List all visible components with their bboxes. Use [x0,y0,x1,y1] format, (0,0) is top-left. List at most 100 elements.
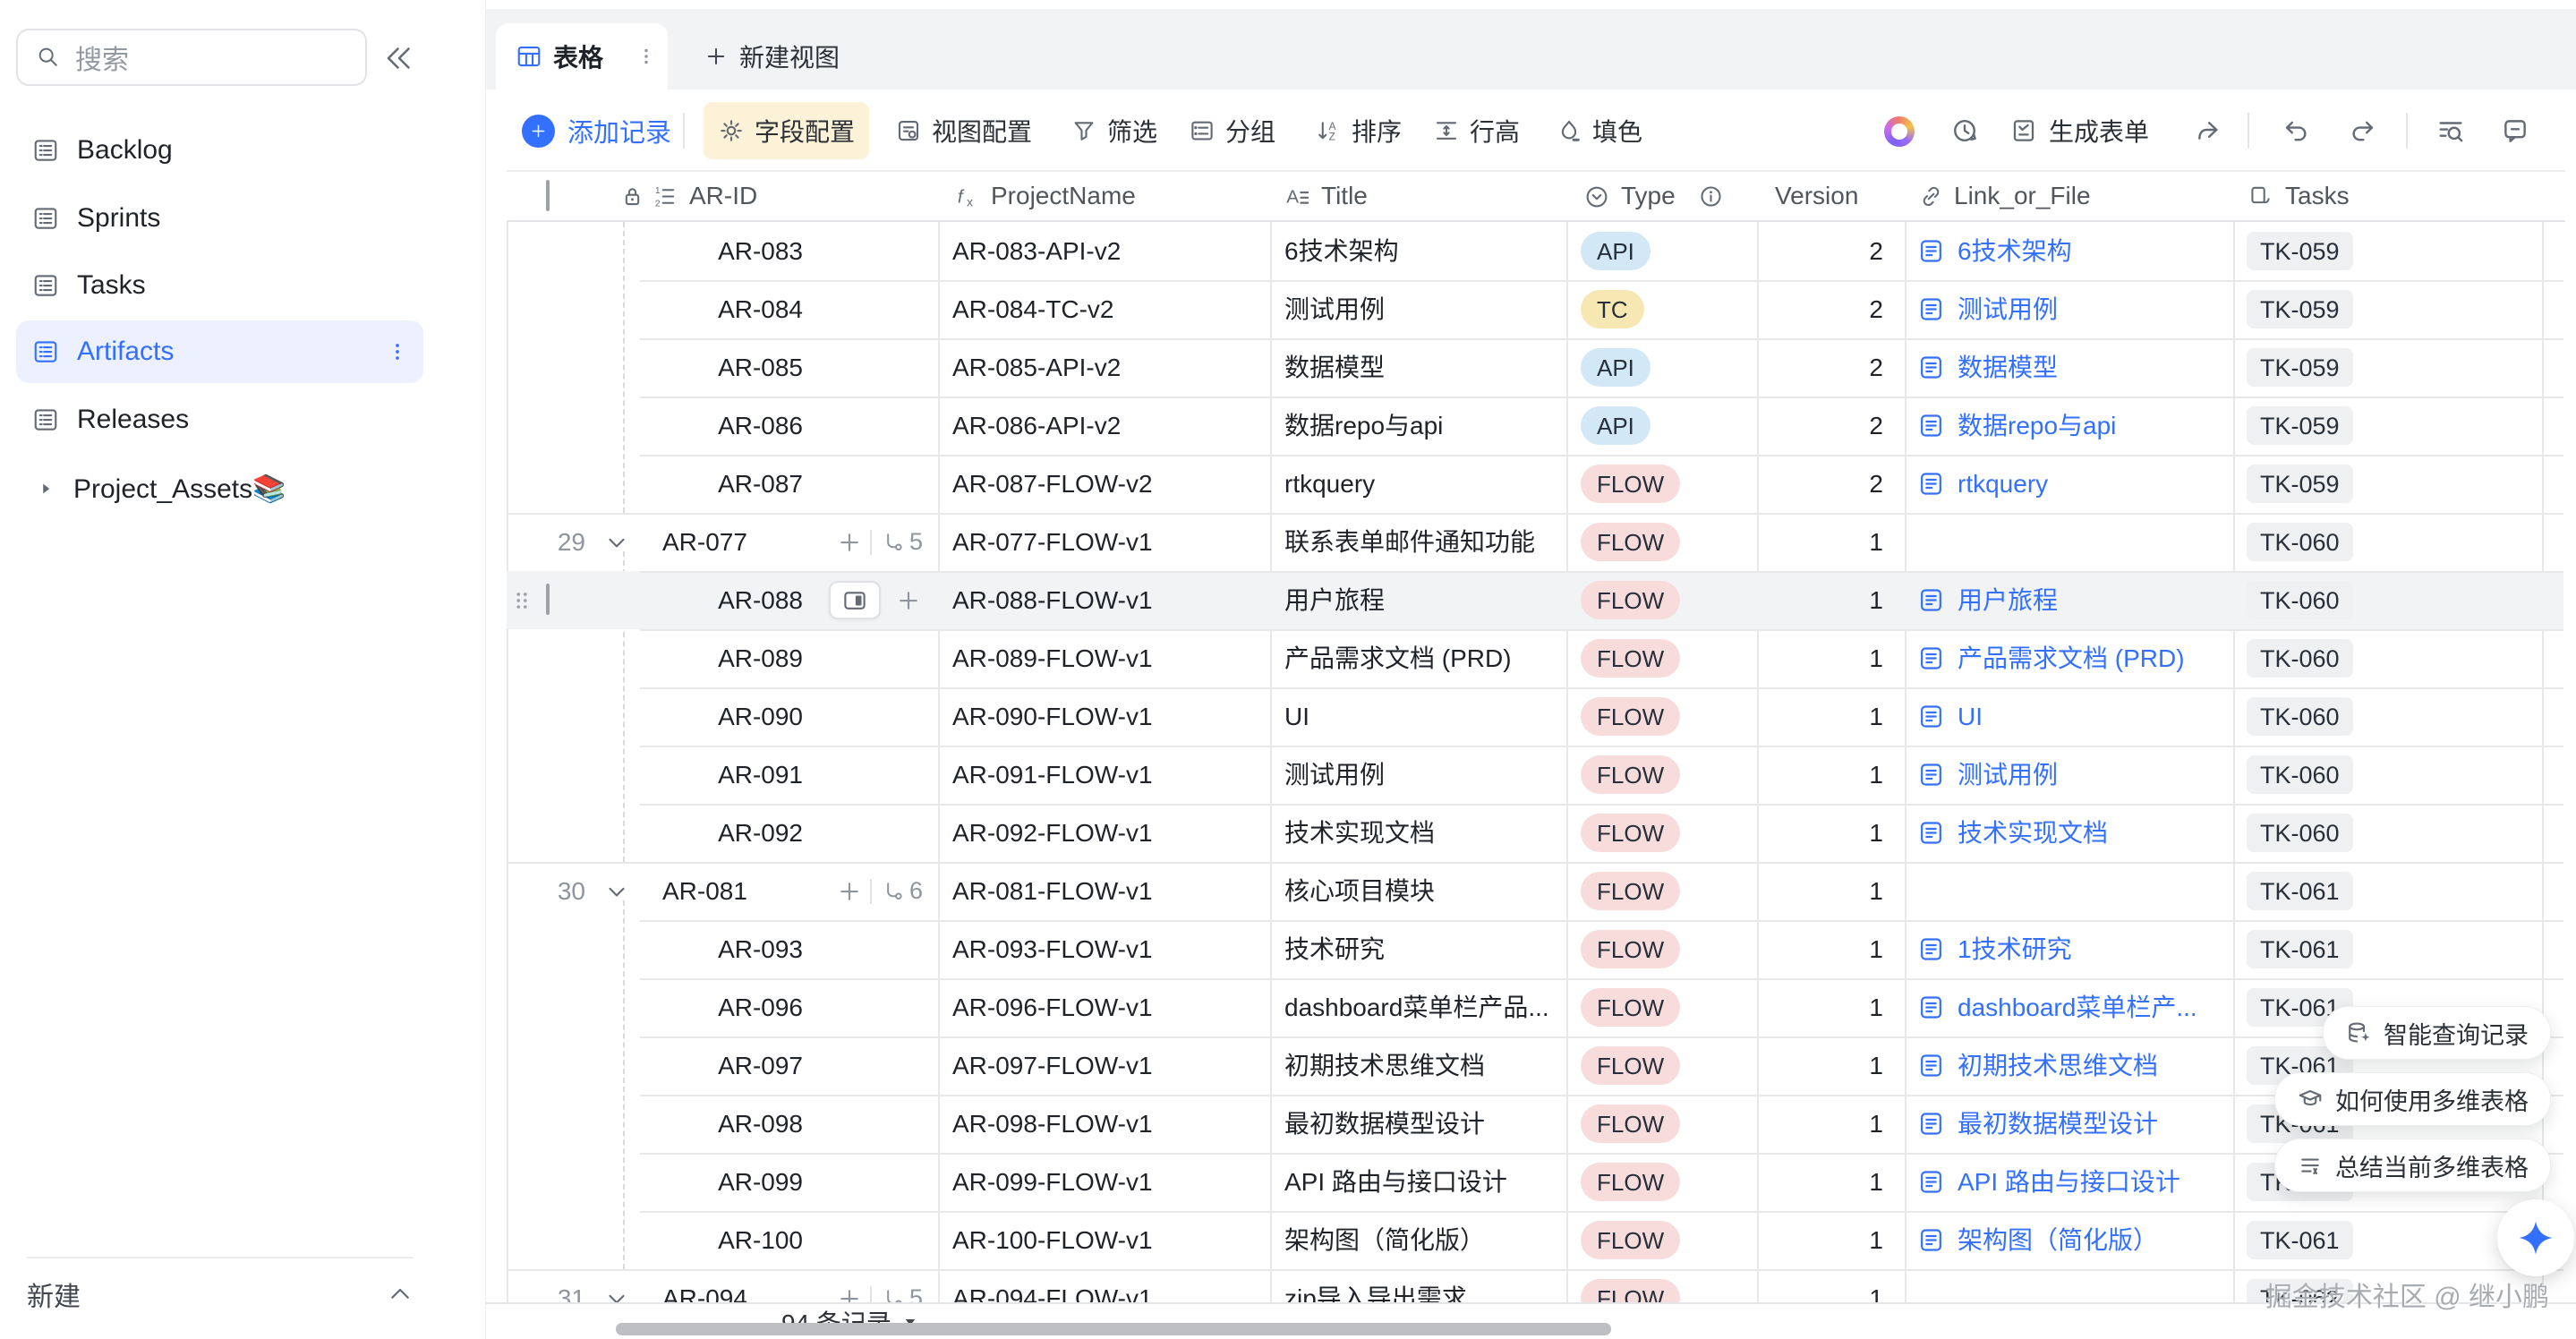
task-badge[interactable]: TK-060 [2247,581,2353,619]
sidebar-item-projectassets[interactable]: Project_Assets📚 [16,457,423,520]
doc-link-icon[interactable] [1917,935,1945,963]
doc-link-icon[interactable] [1917,354,1945,381]
doc-link-icon[interactable] [1917,644,1945,672]
type-badge[interactable]: FLOW [1581,581,1680,619]
task-badge[interactable]: TK-060 [2247,523,2353,561]
doc-link-icon[interactable] [1917,1110,1945,1138]
new-view-button[interactable]: 新建视图 [704,23,840,90]
cell-link[interactable]: API 路由与接口设计 [1958,1153,2228,1211]
ai-assistant-button[interactable] [2497,1199,2574,1276]
cell-title[interactable]: 6技术架构 [1284,222,1549,280]
column-header-version[interactable]: Version [1775,172,1858,220]
column-header-linkorfile[interactable]: Link_or_File [1954,172,2091,220]
history-icon[interactable] [1949,115,1980,146]
cell-version[interactable]: 1 [1724,1036,1883,1095]
cell-link[interactable]: 测试用例 [1958,280,2228,338]
cell-version[interactable]: 1 [1724,862,1883,920]
cell-version[interactable]: 2 [1724,455,1883,513]
cell-title[interactable]: UI [1284,687,1549,746]
cell-arid[interactable]: AR-097 [640,1036,803,1095]
cell-arid[interactable]: AR-081 [662,862,747,920]
task-badge[interactable]: TK-061 [2247,1221,2353,1259]
doc-link-icon[interactable] [1917,412,1945,439]
cell-link[interactable]: 初期技术思维文档 [1958,1036,2228,1095]
cell-projectname[interactable]: AR-093-FLOW-v1 [952,920,1253,978]
cell-projectname[interactable]: AR-090-FLOW-v1 [952,687,1253,746]
toolbar-button-fill-color[interactable]: 填色 [1541,102,1657,159]
cell-link[interactable]: 用户旅程 [1958,571,2228,629]
cell-link[interactable]: 1技术研究 [1958,920,2228,978]
cell-version[interactable]: 1 [1724,687,1883,746]
toolbar-button-gear[interactable]: 字段配置 [704,102,869,159]
cell-title[interactable]: 架构图（简化版） [1284,1211,1549,1269]
cell-arid[interactable]: AR-090 [640,687,803,746]
cell-projectname[interactable]: AR-088-FLOW-v1 [952,571,1253,629]
type-badge[interactable]: FLOW [1581,814,1680,852]
ai-pill-database-sparkle[interactable]: 智能查询记录 [2323,1006,2551,1060]
sidebar-item-releases[interactable]: Releases [16,388,423,451]
doc-link-icon[interactable] [1917,470,1945,498]
cell-link[interactable]: 产品需求文档 (PRD) [1958,629,2228,687]
sidebar-item-tasks[interactable]: Tasks [16,254,423,317]
redo-icon[interactable] [2347,115,2377,146]
task-badge[interactable]: TK-059 [2247,406,2353,445]
expand-record-button[interactable] [829,581,881,619]
cell-projectname[interactable]: AR-099-FLOW-v1 [952,1153,1253,1211]
tab-grid-view[interactable]: 表格 [496,23,668,90]
cell-link[interactable]: 最初数据模型设计 [1958,1095,2228,1153]
cell-arid[interactable]: AR-084 [640,280,803,338]
task-badge[interactable]: TK-059 [2247,465,2353,503]
cell-version[interactable]: 1 [1724,571,1883,629]
cell-link[interactable]: rtkquery [1958,455,2228,513]
table-row[interactable]: AR-084AR-084-TC-v2测试用例TC2测试用例TK-059 [507,280,2563,338]
cell-link[interactable]: 技术实现文档 [1958,804,2228,862]
drag-handle-icon[interactable] [510,585,533,616]
share-icon[interactable] [2193,115,2223,146]
toolbar-button-row-height[interactable]: 行高 [1419,102,1534,159]
cell-title[interactable]: 初期技术思维文档 [1284,1036,1549,1095]
table-row[interactable]: AR-099AR-099-FLOW-v1API 路由与接口设计FLOW1API … [507,1153,2563,1211]
cell-projectname[interactable]: AR-087-FLOW-v2 [952,455,1253,513]
doc-link-icon[interactable] [1917,703,1945,730]
sidebar-item-sprints[interactable]: Sprints [16,187,423,250]
type-badge[interactable]: FLOW [1581,523,1680,561]
cell-projectname[interactable]: AR-085-API-v2 [952,338,1253,397]
generate-form-button[interactable]: 生成表单 [2009,90,2149,172]
undo-icon[interactable] [2282,115,2312,146]
cell-version[interactable]: 1 [1724,513,1883,571]
select-all-checkbox[interactable] [546,182,550,210]
task-badge[interactable]: TK-059 [2247,348,2353,387]
cell-projectname[interactable]: AR-081-FLOW-v1 [952,862,1253,920]
cell-arid[interactable]: AR-093 [640,920,803,978]
cell-arid[interactable]: AR-083 [640,222,803,280]
table-row[interactable]: AR-085AR-085-API-v2数据模型API2数据模型TK-059 [507,338,2563,397]
cell-projectname[interactable]: AR-084-TC-v2 [952,280,1253,338]
tab-more-icon[interactable] [635,46,657,67]
cell-arid[interactable]: AR-092 [640,804,803,862]
cell-projectname[interactable]: AR-097-FLOW-v1 [952,1036,1253,1095]
task-badge[interactable]: TK-061 [2247,872,2353,910]
cell-title[interactable]: 核心项目模块 [1284,862,1549,920]
type-badge[interactable]: API [1581,406,1651,445]
cell-arid[interactable]: AR-077 [662,513,747,571]
add-record-button[interactable]: 添加记录 [522,90,671,172]
doc-link-icon[interactable] [1917,295,1945,323]
type-badge[interactable]: FLOW [1581,930,1680,968]
table-row[interactable]: AR-092AR-092-FLOW-v1技术实现文档FLOW1技术实现文档TK-… [507,804,2563,862]
table-row[interactable]: 30AR-0816AR-081-FLOW-v1核心项目模块FLOW1TK-061 [507,862,2563,920]
group-collapse-icon[interactable] [603,878,630,905]
cell-version[interactable]: 1 [1724,1211,1883,1269]
cell-arid[interactable]: AR-087 [640,455,803,513]
doc-link-icon[interactable] [1917,237,1945,265]
doc-link-icon[interactable] [1917,1168,1945,1196]
cell-link[interactable]: dashboard菜单栏产... [1958,978,2228,1036]
cell-version[interactable]: 1 [1724,978,1883,1036]
table-row[interactable]: AR-083AR-083-API-v26技术架构API26技术架构TK-059 [507,222,2563,280]
sidebar-collapse-icon[interactable] [383,42,415,74]
cell-projectname[interactable]: AR-096-FLOW-v1 [952,978,1253,1036]
new-table-button[interactable]: 新建 [27,1265,414,1324]
table-row[interactable]: AR-086AR-086-API-v2数据repo与apiAPI2数据repo与… [507,397,2563,455]
table-row[interactable]: AR-096AR-096-FLOW-v1dashboard菜单栏产品...FLO… [507,978,2563,1036]
chevron-up-icon[interactable] [387,1281,414,1308]
cell-arid[interactable]: AR-089 [640,629,803,687]
